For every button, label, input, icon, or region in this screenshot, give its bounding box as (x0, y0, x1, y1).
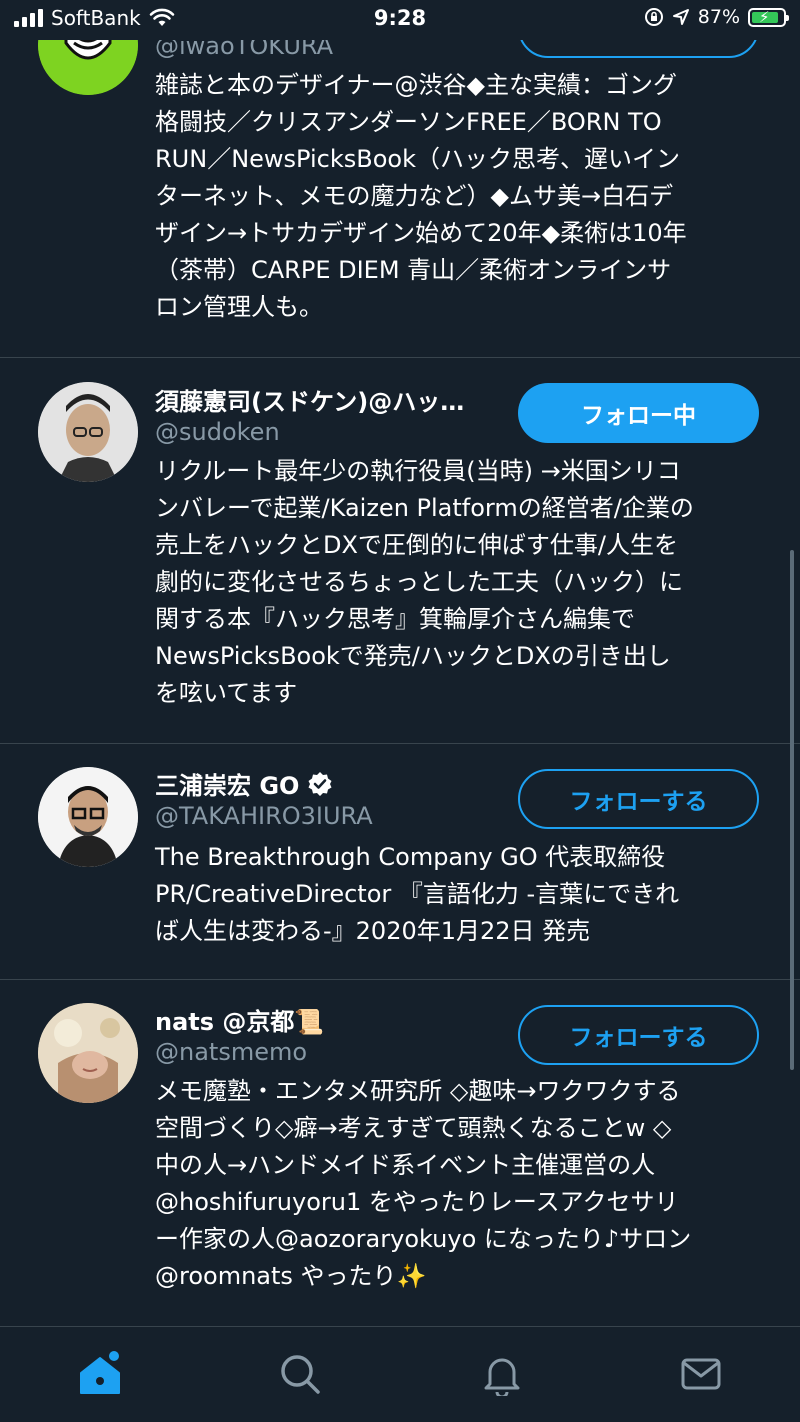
avatar[interactable] (38, 767, 138, 867)
user-bio: The Breakthrough Company GO 代表取締役 PR/Cre… (155, 843, 680, 945)
user-cell[interactable]: 須藤憲司(スドケン)@ハッ… @sudoken フォロー中 リクルート最年少の執… (0, 358, 800, 744)
user-bio: リクルート最年少の執行役員(当時) →米国シリコ ンバレーで起業/Kaizen … (155, 457, 694, 707)
lock-rotation-icon (644, 8, 663, 26)
screen: SoftBank 9:28 87% ⚡ @iwaoTOKURA 雑誌と本のデザイ… (0, 0, 800, 1422)
verified-icon (308, 771, 332, 796)
avatar[interactable] (38, 1003, 138, 1103)
user-handle: @sudoken (155, 418, 280, 446)
user-name: nats @京都📜 (155, 1008, 325, 1036)
avatar-photo (38, 1003, 138, 1103)
battery-percent: 87% (697, 6, 740, 28)
user-cell[interactable]: @iwaoTOKURA 雑誌と本のデザイナー@渋谷◆主な実績：ゴング 格闘技／ク… (0, 0, 800, 358)
status-right: 87% ⚡ (644, 6, 789, 28)
follow-button[interactable]: フォローする (518, 1005, 759, 1065)
search-icon (281, 1355, 320, 1394)
avatar-photo (38, 767, 138, 867)
follow-button[interactable]: フォローする (518, 769, 759, 829)
user-name-row: nats @京都📜 (155, 1002, 324, 1037)
user-bio: メモ魔塾・エンタメ研究所 ◇趣味→ワクワクする 空間づくり◇癖→考えすぎて頭熱く… (155, 1077, 692, 1290)
user-handle: @natsmemo (155, 1038, 308, 1066)
following-button[interactable]: フォロー中 (518, 383, 759, 443)
battery-icon: ⚡ (748, 7, 789, 27)
avatar[interactable] (38, 382, 138, 482)
user-name: 須藤憲司(スドケン)@ハッ… (155, 388, 465, 416)
status-bar: SoftBank 9:28 87% ⚡ (0, 0, 800, 40)
user-bio: 雑誌と本のデザイナー@渋谷◆主な実績：ゴング 格闘技／クリスアンダーソンFREE… (155, 71, 687, 321)
location-icon (672, 9, 689, 25)
user-name: 三浦崇宏 GO (155, 772, 300, 800)
user-name-row: 三浦崇宏 GO (155, 766, 333, 801)
user-handle: @TAKAHIRO3IURA (155, 802, 373, 830)
notifications-icon (484, 1358, 520, 1396)
home-icon (80, 1351, 120, 1394)
scroll-indicator[interactable] (790, 550, 794, 1070)
messages-icon (681, 1358, 721, 1390)
tab-messages[interactable] (676, 1349, 726, 1399)
tab-notifications[interactable] (477, 1349, 527, 1399)
tab-bar (0, 1326, 800, 1422)
user-name-row: 須藤憲司(スドケン)@ハッ… (155, 382, 464, 417)
user-cell[interactable]: 三浦崇宏 GO @TAKAHIRO3IURA フォローする The Breakt… (0, 744, 800, 980)
user-cell[interactable]: nats @京都📜 @natsmemo フォローする メモ魔塾・エンタメ研究所 … (0, 980, 800, 1328)
avatar-photo (38, 382, 138, 482)
charging-icon: ⚡ (759, 7, 770, 26)
tab-search[interactable] (275, 1349, 325, 1399)
tab-home[interactable] (75, 1349, 125, 1399)
